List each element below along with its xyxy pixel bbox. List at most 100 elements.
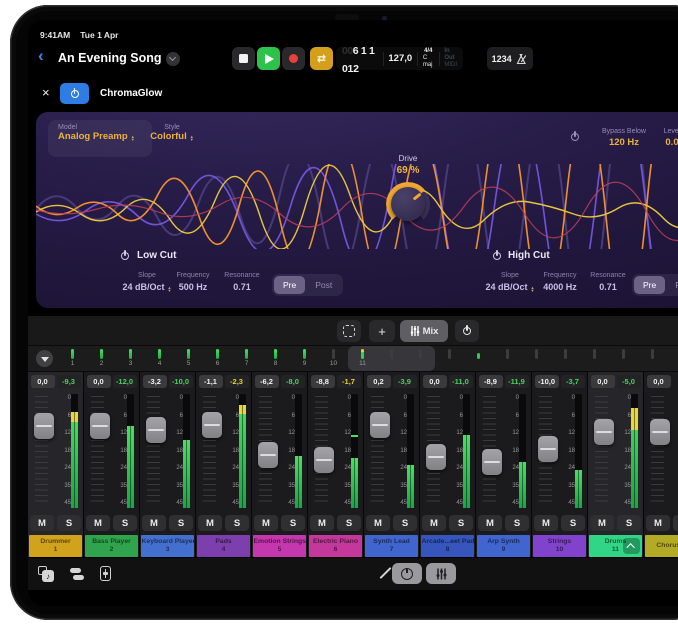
- mute-button[interactable]: M: [142, 515, 166, 531]
- mute-button[interactable]: M: [590, 515, 614, 531]
- track-label[interactable]: Pads 4: [197, 535, 250, 557]
- mute-button[interactable]: M: [646, 515, 670, 531]
- mute-button[interactable]: M: [366, 515, 390, 531]
- faders-view-button[interactable]: [426, 563, 456, 584]
- track-label[interactable]: Keyboard Player 3: [141, 535, 194, 557]
- fader-cap[interactable]: [34, 413, 54, 439]
- post-button[interactable]: Post: [306, 276, 341, 294]
- fader-cap[interactable]: [258, 442, 278, 468]
- overview-track[interactable]: [638, 346, 667, 371]
- model-selector[interactable]: Model Analog Preamp▲▼: [48, 120, 152, 157]
- overview-track[interactable]: [580, 346, 609, 371]
- volume-value[interactable]: 0,0: [423, 375, 447, 388]
- volume-value[interactable]: -6,2: [255, 375, 279, 388]
- solo-button[interactable]: S: [281, 515, 305, 531]
- mute-button[interactable]: M: [422, 515, 446, 531]
- fader-track[interactable]: [144, 394, 168, 508]
- volume-value[interactable]: 0,2: [367, 375, 391, 388]
- collapse-button[interactable]: [623, 538, 640, 554]
- mixer-power-button[interactable]: [455, 320, 479, 342]
- volume-value[interactable]: 0,0: [31, 375, 55, 388]
- song-title[interactable]: An Evening Song: [58, 51, 161, 65]
- solo-button[interactable]: S: [113, 515, 137, 531]
- overview-track-4[interactable]: 4: [145, 346, 174, 371]
- loops-browser-icon[interactable]: ♪: [38, 566, 54, 582]
- track-label[interactable]: Emotion Strings 5: [253, 535, 306, 557]
- add-track-button[interactable]: +: [369, 320, 395, 342]
- solo-button[interactable]: S: [169, 515, 193, 531]
- volume-value[interactable]: 0,0: [591, 375, 615, 388]
- mute-button[interactable]: M: [310, 515, 334, 531]
- metronome-icon[interactable]: [516, 53, 528, 65]
- style-selector[interactable]: Style Colorful▲▼: [142, 124, 202, 142]
- fader-cap[interactable]: [650, 419, 670, 445]
- volume-value[interactable]: -10,0: [535, 375, 559, 388]
- count-in-button[interactable]: 1234: [492, 54, 512, 64]
- fader-track[interactable]: [200, 394, 224, 508]
- track-label[interactable]: Strings 10: [533, 535, 586, 557]
- track-label[interactable]: Arcade...eet Pad 8: [421, 535, 474, 557]
- fader-cap[interactable]: [426, 444, 446, 470]
- overview-track-9[interactable]: 9: [290, 346, 319, 371]
- level-control[interactable]: Level 0.0: [642, 128, 678, 148]
- fader-track[interactable]: [648, 394, 672, 508]
- overview-track-1[interactable]: 1: [58, 346, 87, 371]
- solo-button[interactable]: S: [561, 515, 585, 531]
- overview-track-6[interactable]: 6: [203, 346, 232, 371]
- overview-track-2[interactable]: 2: [87, 346, 116, 371]
- record-button[interactable]: [282, 47, 305, 70]
- mute-button[interactable]: M: [30, 515, 54, 531]
- volume-value[interactable]: 0,0: [87, 375, 111, 388]
- fader-cap[interactable]: [202, 412, 222, 438]
- fader-track[interactable]: [536, 394, 560, 508]
- post-button[interactable]: Post: [666, 276, 678, 294]
- overview-track[interactable]: [609, 346, 638, 371]
- fader-cap[interactable]: [370, 412, 390, 438]
- fader-cap[interactable]: [90, 413, 110, 439]
- pre-button[interactable]: Pre: [274, 276, 305, 294]
- overview-track[interactable]: [493, 346, 522, 371]
- track-label[interactable]: Arp Synth 9: [477, 535, 530, 557]
- fader-track[interactable]: [32, 394, 56, 508]
- overview-track-5[interactable]: 5: [174, 346, 203, 371]
- fader-track[interactable]: [88, 394, 112, 508]
- fader-cap[interactable]: [594, 419, 614, 445]
- lcd-display[interactable]: 006 1 1 012 127,0 4/4C maj In OutMIDI: [336, 47, 463, 70]
- volume-value[interactable]: -8,8: [311, 375, 335, 388]
- fader-cap[interactable]: [146, 417, 166, 443]
- mix-view-button[interactable]: Mix: [400, 320, 448, 342]
- solo-button[interactable]: S: [225, 515, 249, 531]
- solo-button[interactable]: S: [449, 515, 473, 531]
- mute-button[interactable]: M: [534, 515, 558, 531]
- channel-strip-icon[interactable]: [100, 566, 111, 581]
- overview-track[interactable]: [406, 346, 435, 371]
- fader-cap[interactable]: [482, 449, 502, 475]
- song-menu-button[interactable]: [166, 52, 180, 66]
- overview-track[interactable]: [377, 346, 406, 371]
- overview-track[interactable]: [522, 346, 551, 371]
- fader-cap[interactable]: [538, 436, 558, 462]
- select-tracks-button[interactable]: [337, 320, 361, 342]
- stop-button[interactable]: [232, 47, 255, 70]
- solo-button[interactable]: S: [505, 515, 529, 531]
- controls-view-button[interactable]: [392, 563, 422, 584]
- high-cut-power-icon[interactable]: [492, 251, 502, 261]
- mute-button[interactable]: M: [254, 515, 278, 531]
- close-plugin-icon[interactable]: ×: [42, 86, 50, 99]
- overview-track-3[interactable]: 3: [116, 346, 145, 371]
- cycle-button[interactable]: ⇄: [310, 47, 333, 70]
- solo-button[interactable]: S: [393, 515, 417, 531]
- back-chevron-icon[interactable]: ‹: [38, 47, 44, 64]
- fader-cap[interactable]: [314, 447, 334, 473]
- plugin-power-button[interactable]: [60, 83, 89, 104]
- mute-button[interactable]: M: [198, 515, 222, 531]
- solo-button[interactable]: S: [337, 515, 361, 531]
- overview-track-7[interactable]: 7: [232, 346, 261, 371]
- fader-track[interactable]: [592, 394, 616, 508]
- track-label[interactable]: Chorus V: [645, 535, 678, 557]
- drive-knob[interactable]: [386, 182, 430, 226]
- fader-track[interactable]: [480, 394, 504, 508]
- play-button[interactable]: [257, 47, 280, 70]
- overview-track[interactable]: [464, 346, 493, 371]
- solo-button[interactable]: S: [57, 515, 81, 531]
